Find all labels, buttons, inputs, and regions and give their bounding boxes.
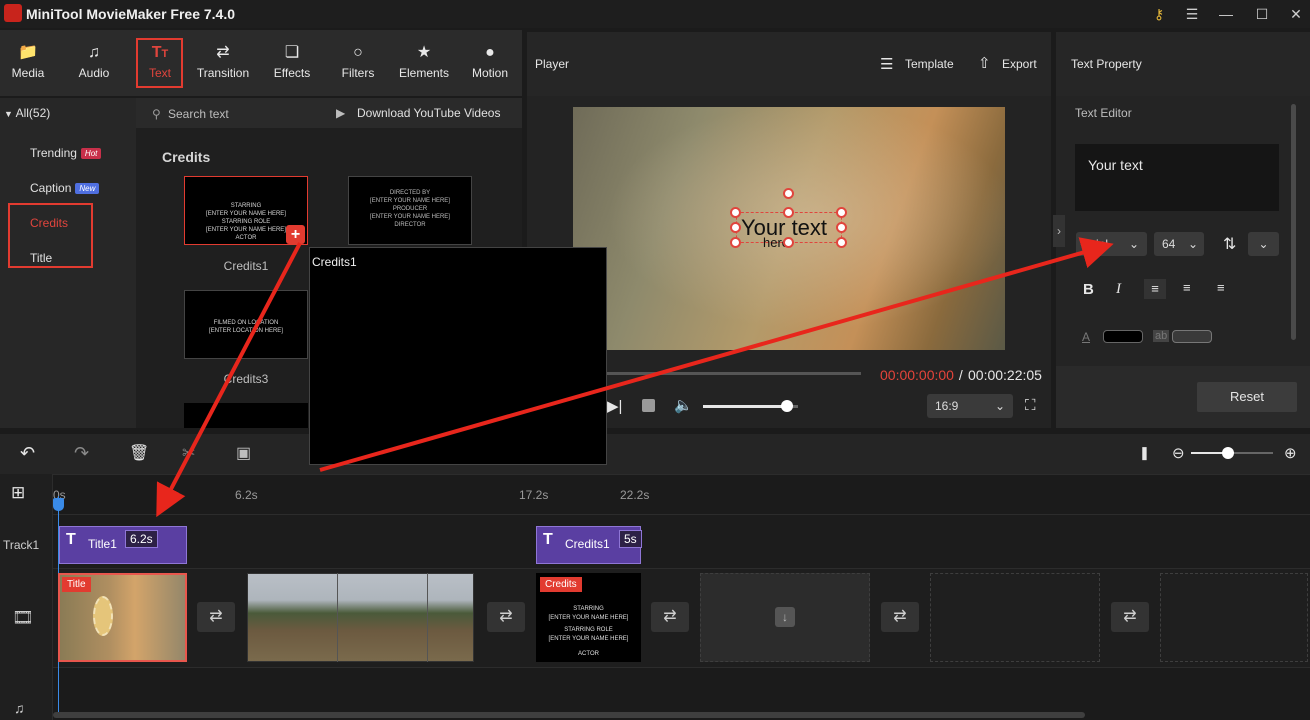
arrow-to-text-property (319, 237, 1114, 472)
arrow-to-timeline (156, 242, 302, 518)
annotation-arrows (156, 237, 1114, 518)
